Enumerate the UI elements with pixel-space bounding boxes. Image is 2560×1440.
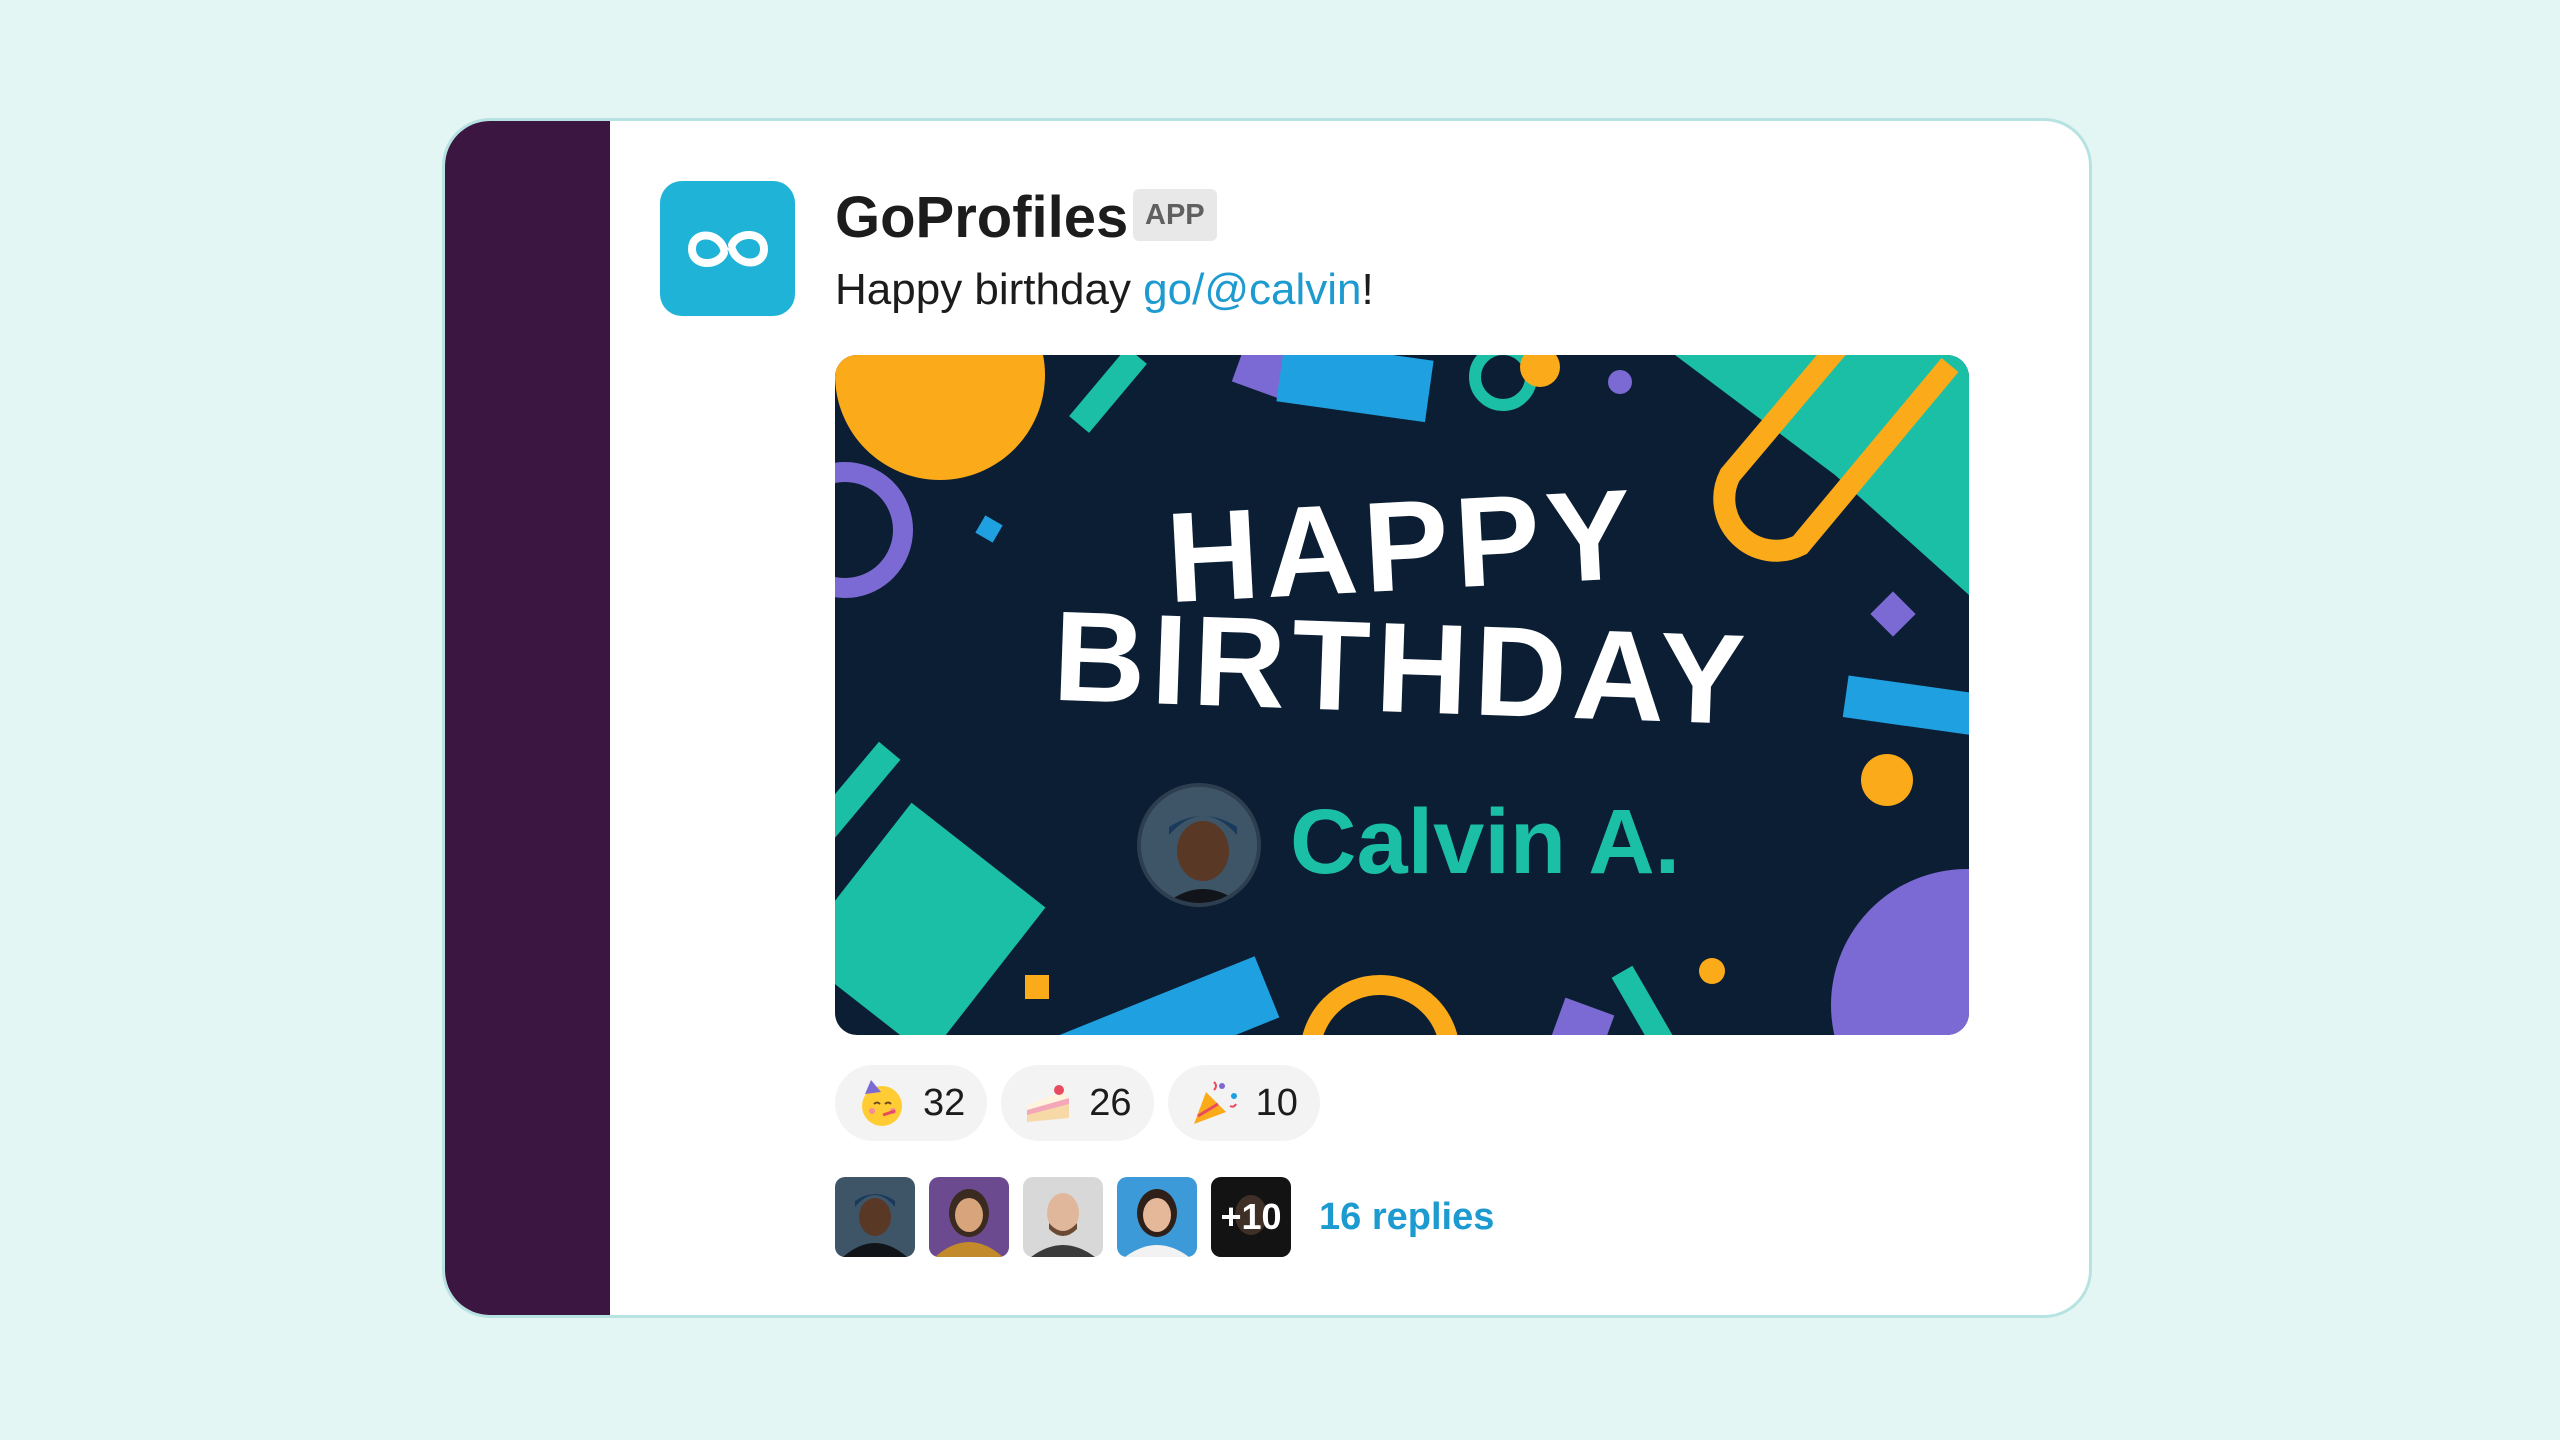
thread-replies[interactable]: +10 16 replies <box>835 1177 1494 1257</box>
reaction-cake[interactable]: 26 <box>1001 1065 1154 1141</box>
sidebar <box>445 121 610 1315</box>
app-badge: APP <box>1133 189 1217 241</box>
more-repliers-count: +10 <box>1211 1177 1291 1257</box>
person-name: Calvin A. <box>1290 791 1681 893</box>
partying-face-emoji <box>857 1078 907 1128</box>
replier-avatar <box>835 1177 915 1257</box>
cake-emoji <box>1023 1078 1073 1128</box>
message-text: Happy birthday go/@calvin! <box>835 261 1374 318</box>
reaction-bar: 32 26 10 <box>835 1065 1320 1141</box>
mention-link[interactable]: go/@calvin <box>1143 265 1361 314</box>
reaction-party-popper[interactable]: 10 <box>1167 1065 1320 1141</box>
reaction-count: 10 <box>1255 1081 1298 1124</box>
goprofiles-logo-icon[interactable] <box>660 181 795 316</box>
reaction-count: 32 <box>923 1081 966 1124</box>
app-name[interactable]: GoProfiles <box>835 183 1128 253</box>
replier-avatar <box>1117 1177 1197 1257</box>
replies-link[interactable]: 16 replies <box>1319 1196 1494 1239</box>
message-card: GoProfiles APP Happy birthday go/@calvin… <box>442 118 2092 1318</box>
replier-avatar <box>929 1177 1009 1257</box>
party-popper-emoji <box>1190 1078 1240 1128</box>
birthday-banner[interactable]: HAPPY BIRTHDAY Calvin A. <box>835 355 1969 1035</box>
replier-avatar <box>1023 1177 1103 1257</box>
message-suffix: ! <box>1361 265 1374 314</box>
reaction-partying-face[interactable]: 32 <box>835 1065 988 1141</box>
reaction-count: 26 <box>1089 1081 1132 1124</box>
person-avatar <box>1137 783 1261 907</box>
message-body: Happy birthday <box>835 265 1144 314</box>
replier-avatar-more: +10 <box>1211 1177 1291 1257</box>
